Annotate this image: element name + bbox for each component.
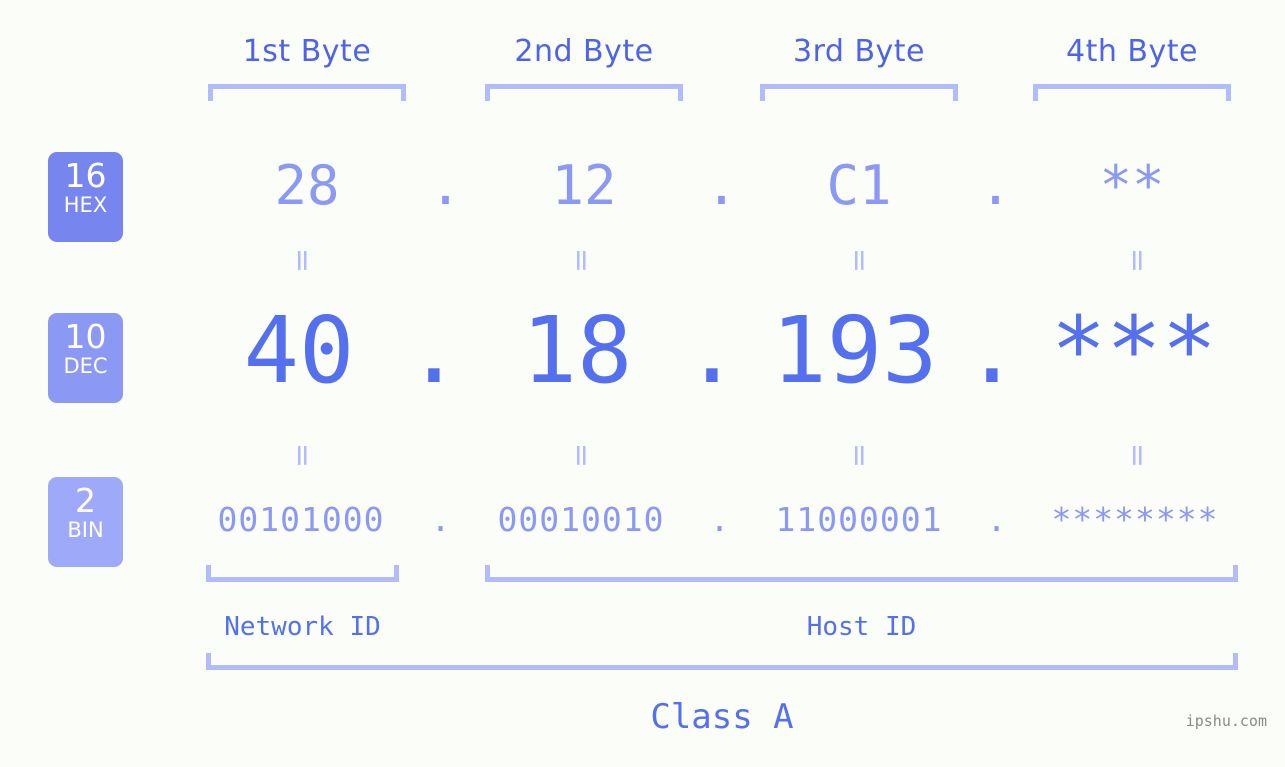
class-label: Class A xyxy=(650,697,794,737)
hex-separator-3: . xyxy=(979,154,1012,217)
network-id-label: Network ID xyxy=(224,612,381,642)
equals-dec-bin-4: = xyxy=(1120,442,1155,468)
dec-byte-4: *** xyxy=(1050,297,1218,404)
byte-header-1: 1st Byte xyxy=(242,34,372,69)
base-badge-bin: 2 BIN xyxy=(48,477,123,567)
equals-hex-dec-2: = xyxy=(564,247,599,273)
base-badge-hex: 16 HEX xyxy=(48,152,123,242)
bin-separator-3: . xyxy=(986,500,1008,539)
byte-bracket-2 xyxy=(485,84,683,101)
equals-dec-bin-3: = xyxy=(842,442,877,468)
base-badge-dec-number: 10 xyxy=(64,317,107,356)
class-bracket xyxy=(206,653,1238,670)
dec-separator-3: . xyxy=(964,297,1020,404)
network-id-bracket xyxy=(206,565,399,582)
dec-separator-2: . xyxy=(684,297,740,404)
hex-separator-1: . xyxy=(429,154,462,217)
bin-byte-2: 00010010 xyxy=(497,500,665,539)
host-id-label: Host ID xyxy=(806,612,917,642)
hex-byte-2: 12 xyxy=(551,154,617,217)
hex-byte-4: ** xyxy=(1099,154,1165,217)
dec-separator-1: . xyxy=(406,297,462,404)
equals-dec-bin-2: = xyxy=(564,442,599,468)
base-badge-dec-name: DEC xyxy=(63,354,108,378)
watermark: ipshu.com xyxy=(1185,712,1267,730)
equals-hex-dec-1: = xyxy=(285,247,320,273)
byte-bracket-1 xyxy=(208,84,406,101)
byte-bracket-3 xyxy=(760,84,958,101)
bin-byte-4: ******** xyxy=(1051,500,1219,539)
hex-separator-2: . xyxy=(705,154,738,217)
byte-header-4: 4th Byte xyxy=(1066,34,1198,69)
hex-byte-1: 28 xyxy=(274,154,340,217)
base-badge-dec: 10 DEC xyxy=(48,313,123,403)
bin-byte-1: 00101000 xyxy=(217,500,385,539)
base-badge-bin-number: 2 xyxy=(75,481,96,520)
dec-byte-2: 18 xyxy=(521,297,633,404)
equals-hex-dec-4: = xyxy=(1120,247,1155,273)
hex-byte-3: C1 xyxy=(826,154,892,217)
byte-header-3: 3rd Byte xyxy=(792,34,926,69)
bin-separator-2: . xyxy=(709,500,731,539)
base-badge-hex-name: HEX xyxy=(63,193,108,217)
host-id-bracket xyxy=(485,565,1238,582)
bin-separator-1: . xyxy=(430,500,452,539)
bin-byte-3: 11000001 xyxy=(775,500,943,539)
ip-breakdown-diagram: 1st Byte 2nd Byte 3rd Byte 4th Byte 16 H… xyxy=(0,0,1285,767)
equals-dec-bin-1: = xyxy=(285,442,320,468)
base-badge-hex-number: 16 xyxy=(64,156,107,195)
base-badge-bin-name: BIN xyxy=(67,518,104,542)
byte-header-2: 2nd Byte xyxy=(514,34,654,69)
equals-hex-dec-3: = xyxy=(842,247,877,273)
dec-byte-1: 40 xyxy=(243,297,355,404)
byte-bracket-4 xyxy=(1033,84,1231,101)
dec-byte-3: 193 xyxy=(771,297,938,404)
